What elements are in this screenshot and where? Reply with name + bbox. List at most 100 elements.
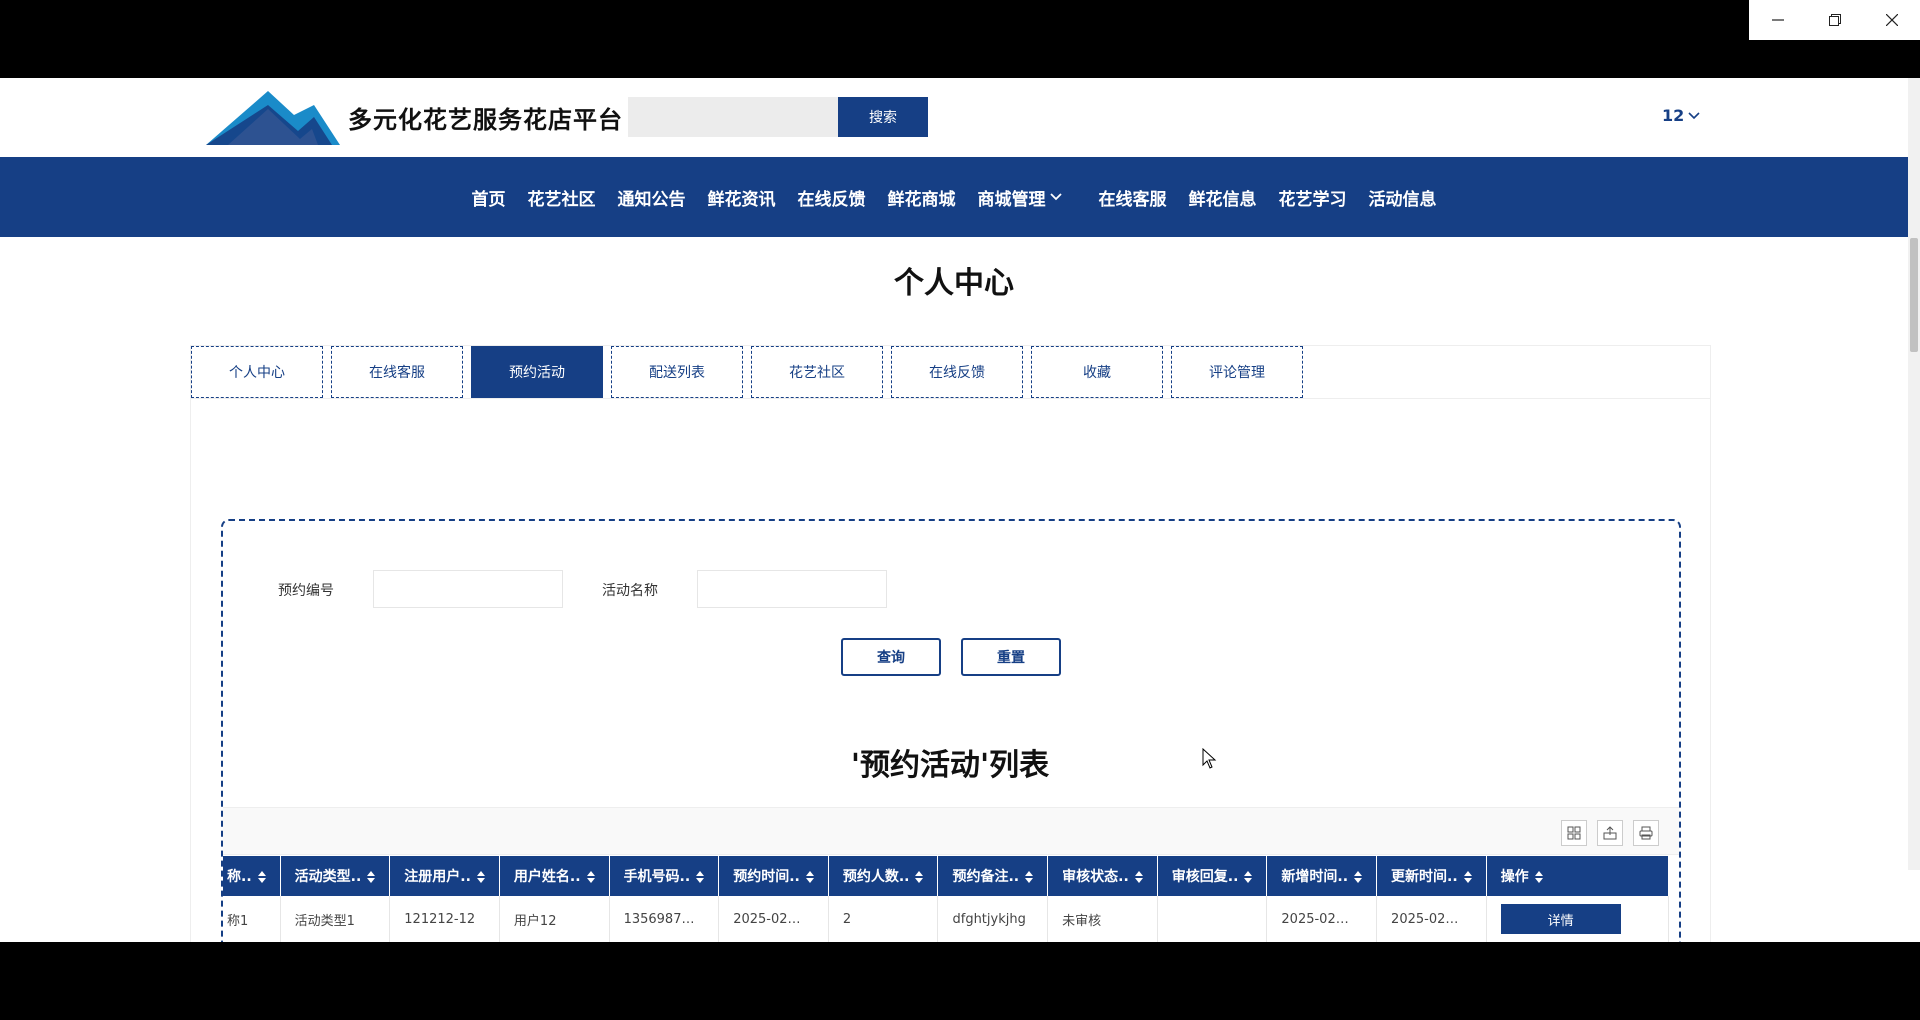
column-header[interactable]: 活动类型.. [280, 856, 391, 896]
user-name: 12 [1662, 106, 1685, 125]
restore-button[interactable] [1806, 0, 1863, 40]
site-title: 多元化花艺服务花店平台 [348, 106, 623, 134]
sort-icon [476, 871, 485, 883]
user-menu[interactable]: 12 [1662, 106, 1700, 125]
booking-no-label: 预约编号 [278, 583, 334, 599]
booking-no-input[interactable] [373, 570, 563, 608]
sort-icon [915, 871, 924, 883]
export-icon [1603, 826, 1617, 840]
detail-button[interactable]: 详情 [1500, 904, 1621, 934]
vertical-scrollbar[interactable] [1908, 78, 1920, 870]
tab-delivery-list[interactable]: 配送列表 [611, 346, 743, 398]
restore-icon [1828, 14, 1841, 26]
column-header[interactable]: 新增时间.. [1266, 856, 1378, 896]
minimize-button[interactable] [1749, 0, 1806, 40]
close-icon [1885, 14, 1898, 26]
sort-icon [1463, 871, 1472, 883]
activity-name-label: 活动名称 [602, 583, 658, 599]
tab-personal-center[interactable]: 个人中心 [191, 346, 323, 398]
table-row: 称1 活动类型1 121212-12 用户12 1356987… 2025-02… [223, 896, 1670, 942]
table-cell: 未审核 [1047, 896, 1158, 942]
nav-item-news[interactable]: 鲜花资讯 [697, 185, 787, 210]
tab-favorites[interactable]: 收藏 [1031, 346, 1163, 398]
sort-icon [696, 871, 705, 883]
list-title: '预约活动'列表 [850, 748, 1050, 783]
screen: 多元化花艺服务花店平台 搜索 12 首页 花艺社区 通知公告 鲜花资讯 在线反馈… [0, 0, 1920, 1020]
column-header[interactable]: 用户姓名.. [499, 856, 610, 896]
scroll-thumb[interactable] [1910, 238, 1918, 352]
table-cell: dfghtjykjhg [937, 896, 1049, 942]
table-cell: 详情 [1486, 896, 1670, 942]
nav-item-mall-manage[interactable]: 商城管理 [967, 185, 1088, 210]
minimize-icon [1771, 19, 1784, 21]
sort-icon [257, 871, 266, 883]
tab-comment-manage[interactable]: 评论管理 [1171, 346, 1303, 398]
sort-icon [586, 871, 595, 883]
tab-customer-service[interactable]: 在线客服 [331, 346, 463, 398]
site-header: 多元化花艺服务花店平台 搜索 12 [0, 78, 1908, 156]
column-header[interactable]: 预约备注.. [937, 856, 1049, 896]
table-cell: 2025-02… [1266, 896, 1378, 942]
activity-name-input[interactable] [697, 570, 887, 608]
sort-icon [1025, 871, 1034, 883]
nav-item-feedback[interactable]: 在线反馈 [787, 185, 877, 210]
column-header[interactable]: 预约人数.. [828, 856, 939, 896]
nav-item-community[interactable]: 花艺社区 [517, 185, 607, 210]
query-button[interactable]: 查询 [841, 638, 941, 676]
nav-item-customer-service[interactable]: 在线客服 [1088, 185, 1178, 210]
tab-booking-activity[interactable]: 预约活动 [471, 346, 603, 398]
table-cell: 称1 [223, 896, 281, 942]
close-button[interactable] [1863, 0, 1920, 40]
data-table-wrap: 称.. 活动类型.. 注册用户.. 用户姓名.. 手机号码.. 预约时间.. 预… [223, 856, 1679, 942]
browser-viewport: 多元化花艺服务花店平台 搜索 12 首页 花艺社区 通知公告 鲜花资讯 在线反馈… [0, 78, 1920, 942]
table-cell: 2025-02… [718, 896, 829, 942]
data-table: 称.. 活动类型.. 注册用户.. 用户姓名.. 手机号码.. 预约时间.. 预… [223, 856, 1670, 942]
search-input[interactable] [628, 97, 838, 137]
grid-icon [1567, 826, 1581, 840]
nav-item-home[interactable]: 首页 [461, 185, 517, 210]
column-header[interactable]: 手机号码.. [609, 856, 720, 896]
column-header[interactable]: 审核状态.. [1047, 856, 1158, 896]
table-cell: 2 [828, 896, 939, 942]
window-controls [1749, 0, 1920, 40]
column-header[interactable]: 更新时间.. [1376, 856, 1487, 896]
nav-item-learning[interactable]: 花艺学习 [1268, 185, 1358, 210]
chevron-down-icon [1049, 193, 1062, 201]
sort-icon [1354, 871, 1363, 883]
sort-icon [1134, 871, 1143, 883]
print-icon [1639, 826, 1653, 840]
table-toolbar [223, 807, 1679, 855]
table-cell: 2025-02… [1376, 896, 1487, 942]
columns-button[interactable] [1561, 820, 1587, 846]
tab-community[interactable]: 花艺社区 [751, 346, 883, 398]
table-cell [1157, 896, 1268, 942]
main-nav: 首页 花艺社区 通知公告 鲜花资讯 在线反馈 鲜花商城 商城管理 在线客服 鲜花… [0, 157, 1908, 237]
sort-icon [805, 871, 814, 883]
column-header[interactable]: 预约时间.. [718, 856, 829, 896]
table-cell: 121212-12 [389, 896, 500, 942]
sort-icon [1534, 871, 1543, 883]
export-button[interactable] [1597, 820, 1623, 846]
sort-icon [367, 871, 376, 883]
reset-button[interactable]: 重置 [961, 638, 1061, 676]
table-cell: 活动类型1 [280, 896, 391, 942]
nav-item-notice[interactable]: 通知公告 [607, 185, 697, 210]
column-header[interactable]: 注册用户.. [389, 856, 500, 896]
nav-item-mall[interactable]: 鲜花商城 [877, 185, 967, 210]
nav-item-activity[interactable]: 活动信息 [1358, 185, 1448, 210]
chevron-down-icon [1688, 111, 1700, 119]
column-header[interactable]: 操作 [1486, 856, 1670, 896]
column-header[interactable]: 称.. [223, 856, 281, 896]
nav-item-flower-info[interactable]: 鲜花信息 [1178, 185, 1268, 210]
tab-feedback[interactable]: 在线反馈 [891, 346, 1023, 398]
print-button[interactable] [1633, 820, 1659, 846]
table-cell: 1356987… [609, 896, 720, 942]
search-button[interactable]: 搜索 [838, 97, 928, 137]
table-cell: 用户12 [499, 896, 610, 942]
tab-bar: 个人中心 在线客服 预约活动 配送列表 花艺社区 在线反馈 收藏 评论管理 [191, 346, 1710, 399]
sort-icon [1244, 871, 1253, 883]
mountain-logo-icon [206, 91, 340, 145]
mouse-cursor-icon [1202, 748, 1217, 769]
column-header[interactable]: 审核回复.. [1157, 856, 1268, 896]
page-title: 个人中心 [894, 266, 1014, 301]
